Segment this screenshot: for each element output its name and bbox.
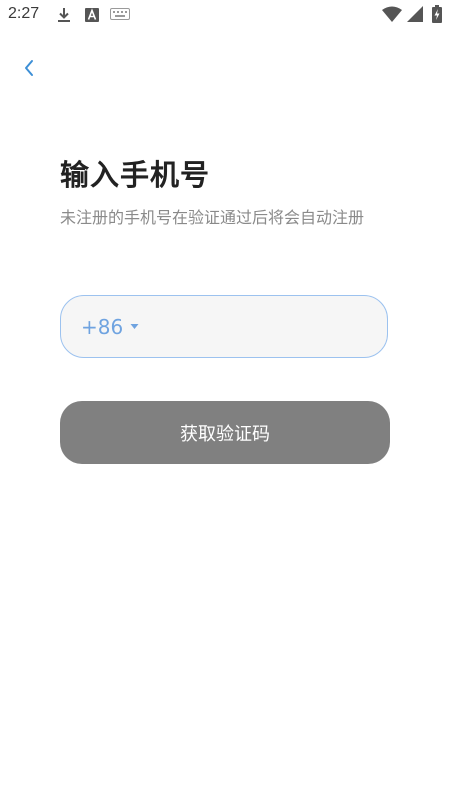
caret-down-icon (130, 324, 139, 329)
phone-field[interactable]: +86 (60, 295, 388, 358)
country-code-selector[interactable]: +86 (81, 315, 139, 339)
back-button[interactable] (14, 54, 44, 82)
phone-input[interactable] (139, 295, 387, 358)
keyboard-icon (110, 8, 130, 20)
download-icon (58, 8, 70, 22)
cell-signal-icon (407, 6, 423, 22)
wifi-icon (382, 6, 402, 22)
page-title: 输入手机号 (60, 158, 211, 192)
status-bar: 2:27 (0, 0, 450, 30)
chevron-left-icon (25, 60, 33, 76)
accessibility-icon (85, 8, 99, 22)
status-time: 2:27 (8, 5, 40, 22)
get-verification-code-button[interactable]: 获取验证码 (60, 401, 390, 464)
country-code-label: +86 (81, 314, 124, 339)
page-subtitle: 未注册的手机号在验证通过后将会自动注册 (60, 208, 365, 227)
battery-charging-icon (432, 5, 442, 23)
